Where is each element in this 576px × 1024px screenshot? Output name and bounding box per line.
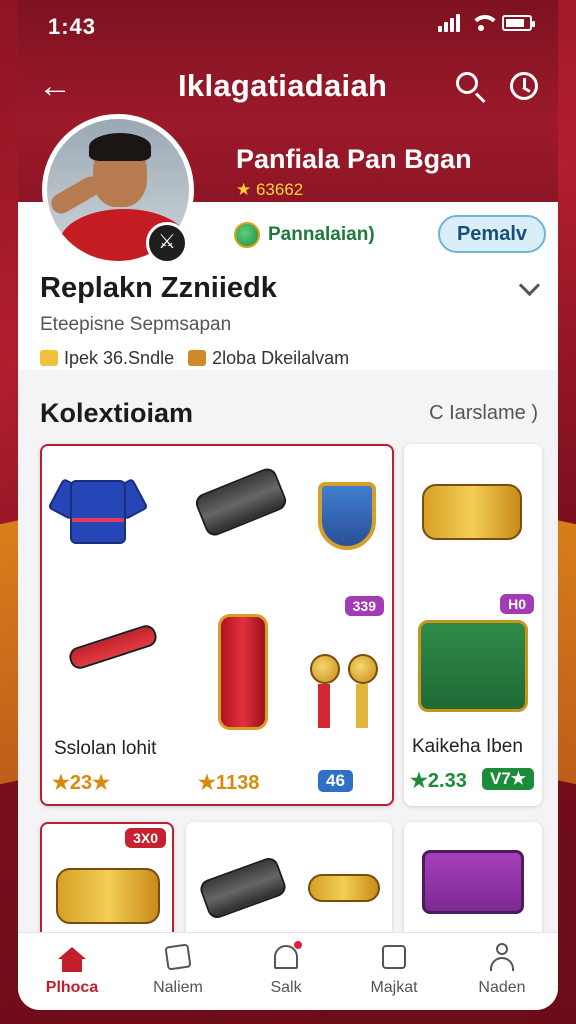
status-time: 1:43 <box>48 14 97 39</box>
item-name: Sslolan lohit <box>54 738 157 759</box>
collector-name: Replakn Zzniiedk <box>40 272 277 304</box>
nav-market-label: Majkat <box>370 979 418 996</box>
gold-rod-icon <box>308 874 380 902</box>
item-tag: 3X0 <box>125 828 166 848</box>
gem-icon <box>234 222 260 248</box>
jersey-icon <box>47 472 149 552</box>
phone-screen: 1:43 ← Iklagatiadaiah ⚔ Panfiala Pan Bga… <box>18 0 558 1010</box>
level-pill: Pannalaian) <box>232 220 383 250</box>
level-pill-label: Pannalaian) <box>268 224 375 245</box>
back-arrow-icon[interactable]: ← <box>38 66 78 106</box>
nav-shop-label: Salk <box>270 979 302 996</box>
shield-icon <box>318 482 376 550</box>
stat-b: 2loba Dkeilalvam <box>188 348 349 369</box>
dumbbell-icon <box>58 618 168 678</box>
home-icon <box>56 941 88 973</box>
item-chip: V7★ <box>482 768 535 790</box>
collection-view-all-link[interactable]: C Iarslame ) <box>429 402 538 425</box>
robe-icon <box>418 620 528 712</box>
profile-score: ★ 63662 <box>236 180 304 199</box>
stat-a-label: Ipek 36.Sndle <box>64 348 175 368</box>
bottle-icon <box>188 350 207 366</box>
nav-market[interactable]: Majkat <box>344 941 444 997</box>
market-icon <box>378 941 410 973</box>
search-icon[interactable] <box>450 66 490 106</box>
treasure-tube-icon <box>422 484 522 540</box>
store-icon <box>270 941 302 973</box>
scroll-tube-icon <box>197 855 289 921</box>
nav-shop[interactable]: Salk <box>236 941 336 997</box>
profile-stats: Ipek 36.Sndle 2loba Dkeilalvam <box>40 348 349 369</box>
potion-bottle-icon <box>218 614 268 730</box>
profile-card: Pannalaian) Pemalv Replakn Zzniiedk Etee… <box>18 202 558 1010</box>
treasure-tube-icon <box>56 868 160 924</box>
nav-home-label: Plhoca <box>45 979 99 996</box>
collection-card-side[interactable]: H0 Kaikeha Iben ★2.33 V7★ <box>404 444 542 806</box>
app-bar: ← Iklagatiadaiah <box>18 58 558 114</box>
chevron-down-icon[interactable] <box>518 278 540 300</box>
cards-icon <box>162 941 194 973</box>
clock-icon[interactable] <box>504 66 544 106</box>
nav-profile[interactable]: Naden <box>452 941 552 997</box>
item-price-secondary: ★1138 <box>198 772 260 794</box>
avatar-badge-icon: ⚔ <box>146 222 188 264</box>
item-price: ★2.33 <box>410 770 467 792</box>
signal-icon <box>438 14 460 32</box>
bottom-nav: Plhoca Naliem Salk Majkat Naden <box>18 932 558 1010</box>
nav-home[interactable]: Plhoca <box>22 941 122 997</box>
item-price: ★23★ <box>52 772 111 794</box>
profile-subtitle: Eteepisne Sepmsapan <box>40 314 232 335</box>
collection-title: Kolextioiam <box>40 398 194 428</box>
item-chip: 46 <box>318 770 353 792</box>
primary-action-button[interactable]: Pemalv <box>438 215 546 253</box>
nav-collection[interactable]: Naliem <box>128 941 228 997</box>
nav-profile-label: Naden <box>478 979 526 996</box>
item-tag: 339 <box>344 596 384 616</box>
ribbon-icon <box>356 684 368 728</box>
wifi-icon <box>470 15 500 31</box>
collection-card-main[interactable]: 339 Sslolan lohit ★23★ ★1138 46 <box>40 444 394 806</box>
page-title: Iklagatiadaiah <box>178 68 388 103</box>
stat-b-label: 2loba Dkeilalvam <box>212 348 350 368</box>
ribbon-icon <box>318 684 330 728</box>
scroll-tube-icon <box>192 465 290 539</box>
battery-icon <box>502 15 535 31</box>
item-tag: H0 <box>500 594 534 614</box>
star-pair-icon <box>40 350 58 366</box>
medal-icon <box>348 654 378 684</box>
stat-a: Ipek 36.Sndle <box>40 348 174 369</box>
person-icon <box>486 941 518 973</box>
item-name: Kaikeha Iben <box>412 736 523 757</box>
status-icons <box>438 14 535 32</box>
medal-icon <box>310 654 340 684</box>
status-bar: 1:43 <box>18 0 558 48</box>
profile-display-name: Panfiala Pan Bgan <box>236 144 472 174</box>
nav-collection-label: Naliem <box>153 979 203 996</box>
chest-icon <box>422 850 524 914</box>
